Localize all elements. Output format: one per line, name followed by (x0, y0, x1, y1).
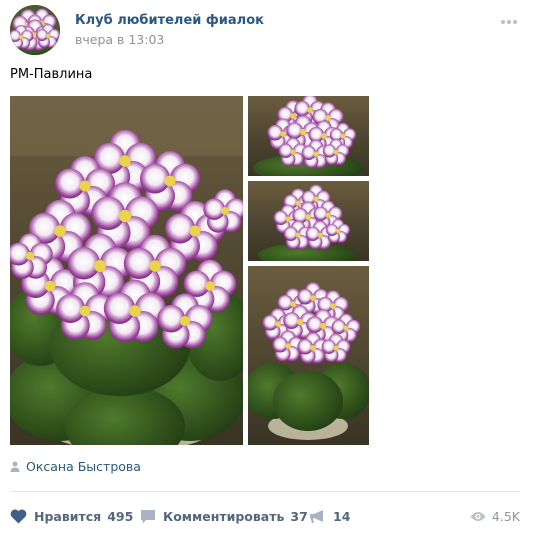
violet-avatar-image (10, 5, 60, 55)
more-dots-icon[interactable] (499, 16, 519, 28)
photo-thumb-2[interactable] (248, 181, 369, 261)
violet-photo-image (10, 96, 243, 445)
share-button[interactable]: 14 (309, 505, 350, 527)
violet-photo-image (248, 266, 369, 445)
comment-icon (141, 509, 155, 523)
author-name: Оксана Быстрова (26, 458, 141, 474)
eye-icon (470, 511, 486, 521)
photo-thumb-1[interactable] (248, 96, 369, 176)
group-avatar[interactable] (10, 5, 60, 55)
views-counter: 4.5K (470, 505, 520, 527)
divider (10, 491, 520, 492)
megaphone-icon (310, 509, 323, 523)
like-count: 495 (107, 508, 134, 524)
photo-main[interactable] (10, 96, 243, 445)
post-author-signature[interactable]: Оксана Быстрова (10, 458, 141, 474)
views-count: 4.5K (491, 508, 520, 524)
heart-icon (10, 509, 27, 523)
post-text: РМ-Павлина (10, 67, 93, 82)
violet-photo-image (248, 96, 369, 176)
group-name-link[interactable]: Клуб любителей фиалок (75, 13, 264, 28)
comment-label: Комментировать (163, 508, 285, 524)
wall-post: Клуб любителей фиалок вчера в 13:03 РМ-П… (0, 0, 533, 533)
comment-count: 37 (290, 508, 308, 524)
user-icon (10, 461, 20, 472)
photo-thumb-3[interactable] (248, 266, 369, 445)
share-count: 14 (333, 508, 351, 524)
like-label: Нравится (34, 508, 102, 524)
like-button[interactable]: Нравится 495 (10, 505, 133, 527)
comment-button[interactable]: Комментировать 37 (140, 505, 308, 527)
violet-photo-image (248, 181, 369, 261)
post-timestamp[interactable]: вчера в 13:03 (75, 32, 164, 47)
